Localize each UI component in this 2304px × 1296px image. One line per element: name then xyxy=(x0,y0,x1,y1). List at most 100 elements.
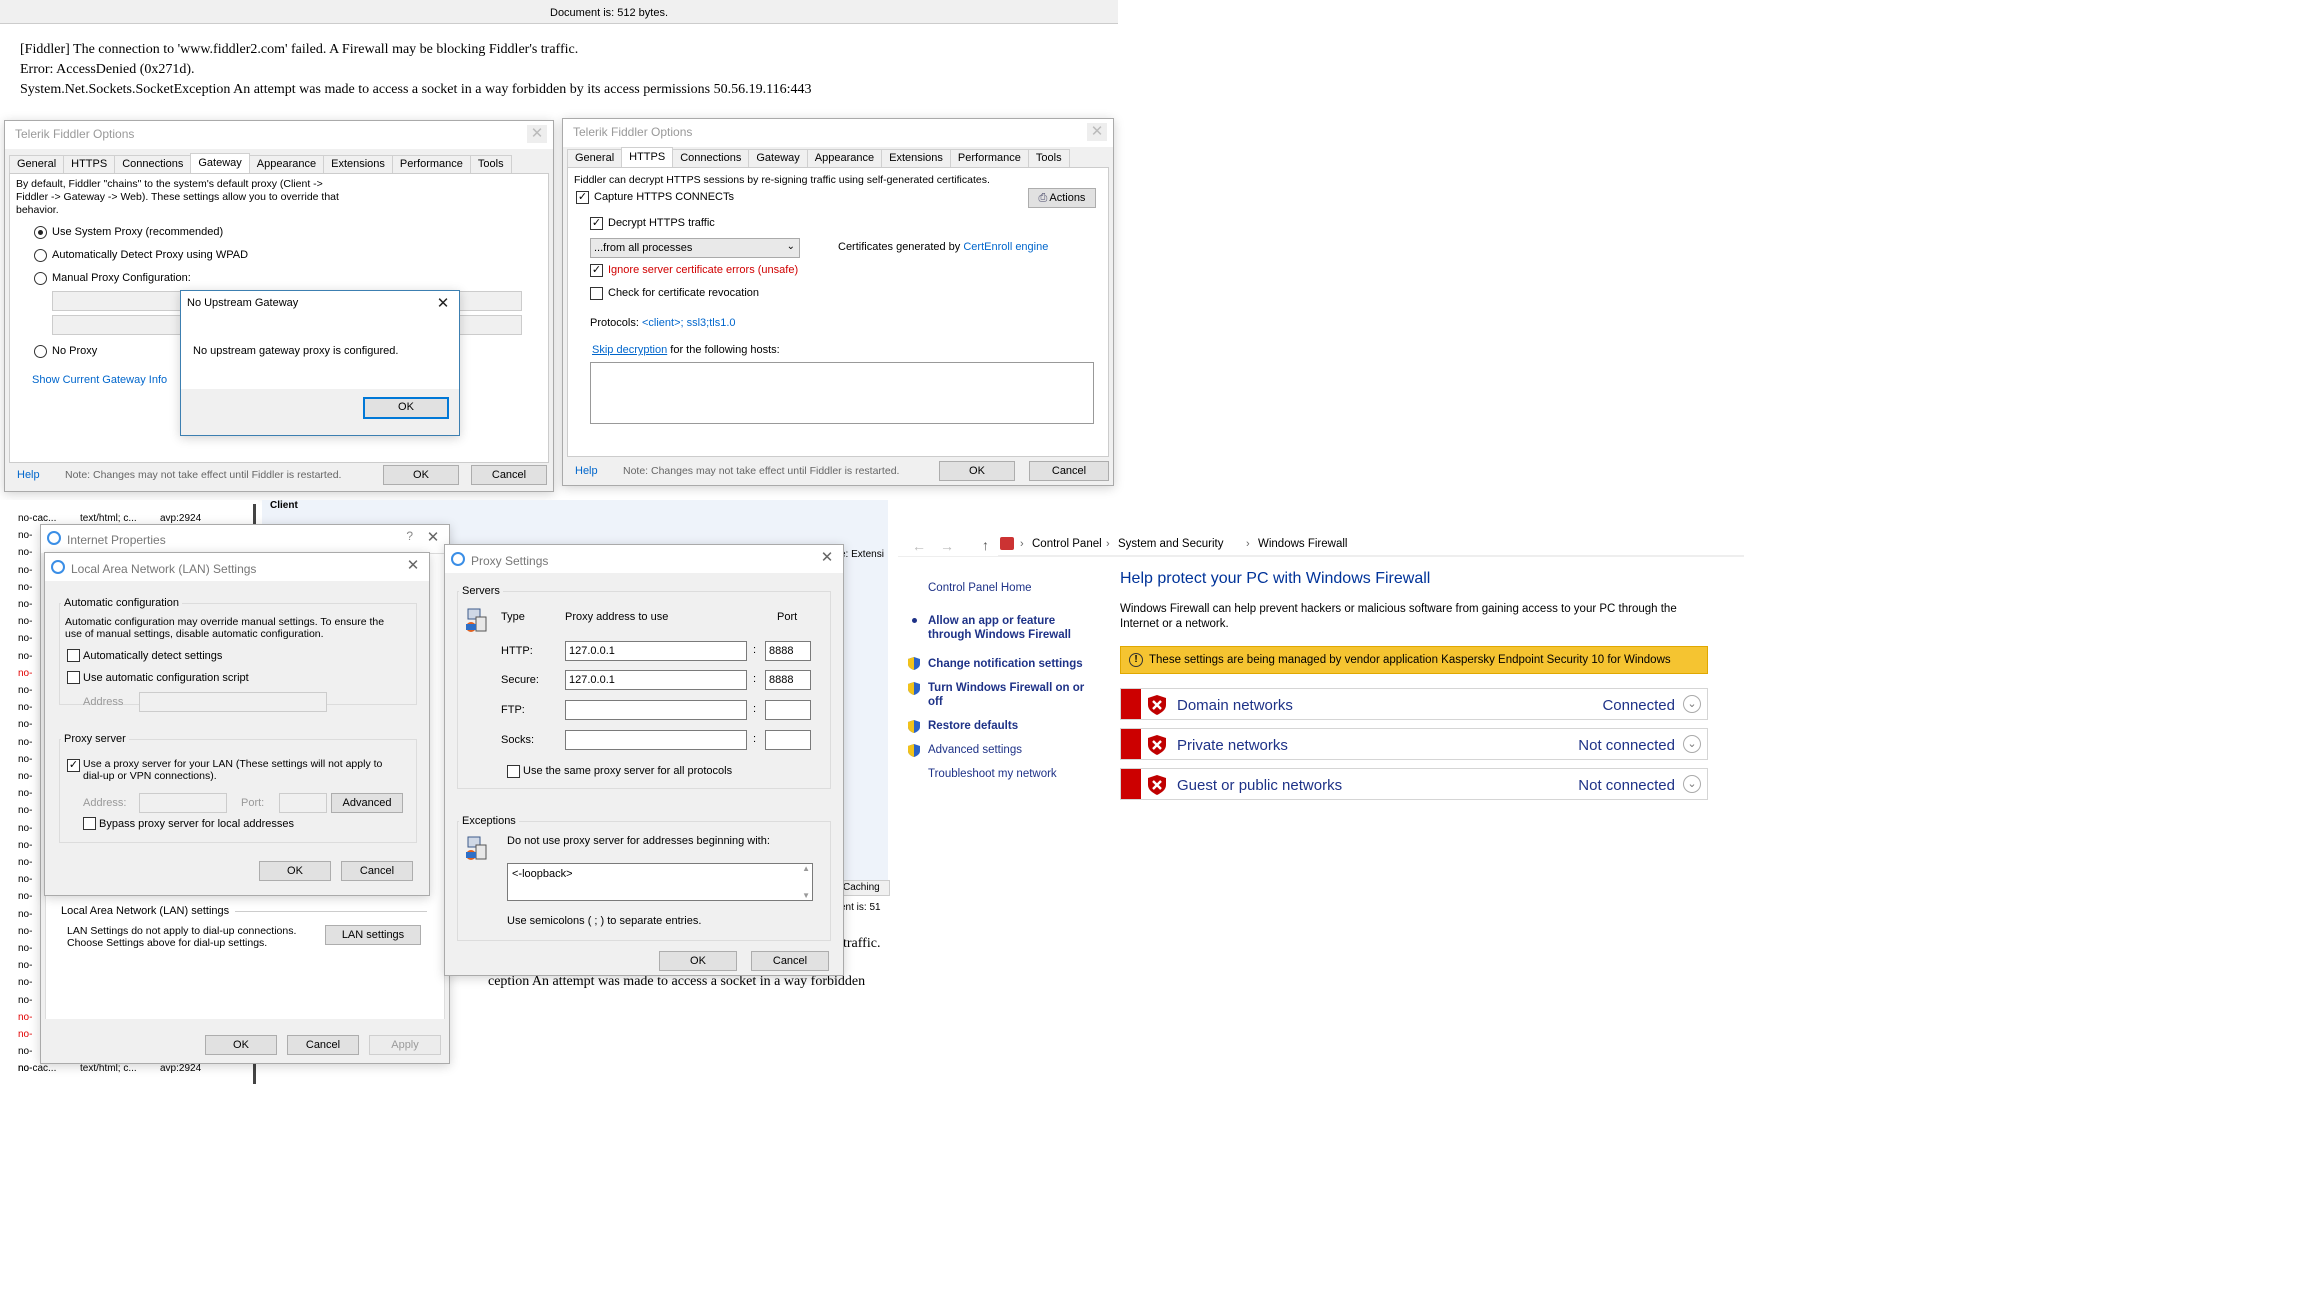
session-row[interactable]: no- xyxy=(18,788,32,799)
turn-firewall-link[interactable]: Turn Windows Firewall on or off xyxy=(928,681,1098,709)
secure-port-input[interactable]: 8888 xyxy=(765,670,811,690)
forward-arrow-icon[interactable]: → xyxy=(940,538,954,554)
network-row-domain[interactable]: Domain networks Connected ⌄ xyxy=(1120,688,1708,720)
show-gateway-info-link[interactable]: Show Current Gateway Info xyxy=(32,374,167,386)
address-bar[interactable]: › Control Panel › System and Security › … xyxy=(998,534,1744,556)
close-icon[interactable]: ✕ xyxy=(433,295,453,313)
session-row[interactable]: no- xyxy=(18,1029,32,1040)
bypass-local-checkbox[interactable] xyxy=(83,817,96,830)
close-icon[interactable]: ✕ xyxy=(527,125,547,143)
lan-settings-button[interactable]: LAN settings xyxy=(325,925,421,945)
session-row[interactable]: no- xyxy=(18,977,32,988)
ftp-address-input[interactable] xyxy=(565,700,747,720)
tab-tools[interactable]: Tools xyxy=(469,155,512,173)
change-notification-link[interactable]: Change notification settings xyxy=(928,658,1083,670)
tab-appearance[interactable]: Appearance xyxy=(806,149,883,167)
restore-defaults-link[interactable]: Restore defaults xyxy=(928,720,1018,732)
tab-connections[interactable]: Connections xyxy=(114,155,192,173)
session-row[interactable]: no- xyxy=(18,565,32,576)
auto-detect-checkbox[interactable] xyxy=(67,649,80,662)
cancel-button[interactable]: Cancel xyxy=(287,1035,359,1055)
ok-button[interactable]: OK xyxy=(383,465,459,485)
session-row[interactable]: no- xyxy=(18,926,32,937)
ok-button[interactable]: OK xyxy=(205,1035,277,1055)
help-link[interactable]: Help xyxy=(575,465,598,477)
tab-performance[interactable]: Performance xyxy=(391,155,471,173)
caching-tab[interactable]: Caching xyxy=(840,880,890,896)
session-row[interactable]: no- xyxy=(18,616,32,627)
session-row[interactable]: no- xyxy=(18,909,32,920)
session-row[interactable]: no- xyxy=(18,702,32,713)
session-row[interactable]: no- xyxy=(18,599,32,610)
radio-manual-proxy[interactable] xyxy=(34,272,47,285)
session-row[interactable]: no- xyxy=(18,840,32,851)
session-row[interactable]: no- xyxy=(18,1046,32,1057)
socks-port-input[interactable] xyxy=(765,730,811,750)
tab-appearance[interactable]: Appearance xyxy=(248,155,325,173)
tab-connections[interactable]: Connections xyxy=(672,149,750,167)
session-row[interactable]: no- xyxy=(18,582,32,593)
secure-address-input[interactable]: 127.0.0.1 xyxy=(565,670,747,690)
scroll-up-icon[interactable]: ▲ xyxy=(802,864,810,873)
auto-script-checkbox[interactable] xyxy=(67,671,80,684)
same-proxy-checkbox[interactable] xyxy=(507,765,520,778)
session-row[interactable]: no- xyxy=(18,891,32,902)
breadcrumb-control-panel[interactable]: Control Panel xyxy=(1032,538,1102,550)
session-row[interactable]: no- xyxy=(18,754,32,765)
control-panel-home-link[interactable]: Control Panel Home xyxy=(928,582,1032,594)
session-row[interactable]: no- xyxy=(18,960,32,971)
help-link[interactable]: Help xyxy=(17,469,40,481)
network-row-public[interactable]: Guest or public networks Not connected ⌄ xyxy=(1120,768,1708,800)
radio-wpad[interactable] xyxy=(34,249,47,262)
session-row[interactable]: no- xyxy=(18,685,32,696)
session-row[interactable]: no- xyxy=(18,857,32,868)
http-address-input[interactable]: 127.0.0.1 xyxy=(565,641,747,661)
actions-button[interactable]: ⎙ Actions xyxy=(1028,188,1096,208)
capture-connects-checkbox[interactable]: ✓ xyxy=(576,191,589,204)
cancel-button[interactable]: Cancel xyxy=(1029,461,1109,481)
session-row[interactable]: no- xyxy=(18,737,32,748)
exceptions-textarea[interactable]: <-loopback> ▲ ▼ xyxy=(507,863,813,901)
cancel-button[interactable]: Cancel xyxy=(341,861,413,881)
tab-gateway[interactable]: Gateway xyxy=(190,153,250,173)
decrypt-https-checkbox[interactable]: ✓ xyxy=(590,217,603,230)
protocols-link[interactable]: <client>; ssl3;tls1.0 xyxy=(642,317,736,329)
revocation-checkbox[interactable] xyxy=(590,287,603,300)
cancel-button[interactable]: Cancel xyxy=(751,951,829,971)
up-arrow-icon[interactable]: ↑ xyxy=(982,537,989,553)
use-proxy-checkbox[interactable]: ✓ xyxy=(67,759,80,772)
chevron-down-icon[interactable]: ⌄ xyxy=(1683,735,1701,753)
session-row[interactable]: no- xyxy=(18,651,32,662)
session-row[interactable]: no- xyxy=(18,633,32,644)
session-row[interactable]: no- xyxy=(18,668,32,679)
radio-system-proxy[interactable] xyxy=(34,226,47,239)
tab-general[interactable]: General xyxy=(567,149,623,167)
session-row[interactable]: no- xyxy=(18,530,32,541)
radio-no-proxy[interactable] xyxy=(34,345,47,358)
network-row-private[interactable]: Private networks Not connected ⌄ xyxy=(1120,728,1708,760)
session-row[interactable]: no-cac... text/html; c... avp:2924 xyxy=(18,513,258,524)
session-row[interactable]: no- xyxy=(18,995,32,1006)
breadcrumb-windows-firewall[interactable]: Windows Firewall xyxy=(1258,538,1347,550)
close-icon[interactable]: ✕ xyxy=(423,529,443,547)
close-icon[interactable]: ✕ xyxy=(403,557,423,575)
troubleshoot-link[interactable]: Troubleshoot my network xyxy=(928,768,1057,780)
close-icon[interactable]: ✕ xyxy=(1087,123,1107,141)
cancel-button[interactable]: Cancel xyxy=(471,465,547,485)
tab-tools[interactable]: Tools xyxy=(1027,149,1070,167)
http-port-input[interactable]: 8888 xyxy=(765,641,811,661)
advanced-button[interactable]: Advanced xyxy=(331,793,403,813)
breadcrumb-system-security[interactable]: System and Security xyxy=(1118,538,1223,550)
ok-button[interactable]: OK xyxy=(939,461,1015,481)
ftp-port-input[interactable] xyxy=(765,700,811,720)
skip-hosts-textarea[interactable] xyxy=(590,362,1094,424)
tab-https[interactable]: HTTPS xyxy=(63,155,116,173)
certenroll-link[interactable]: CertEnroll engine xyxy=(963,241,1048,253)
tab-extensions[interactable]: Extensions xyxy=(323,155,393,173)
skip-decryption-link[interactable]: Skip decryption xyxy=(592,344,667,356)
scroll-down-icon[interactable]: ▼ xyxy=(802,891,810,900)
close-icon[interactable]: ✕ xyxy=(817,549,837,567)
ok-button[interactable]: OK xyxy=(259,861,331,881)
advanced-settings-link[interactable]: Advanced settings xyxy=(928,744,1022,756)
ignore-errors-checkbox[interactable]: ✓ xyxy=(590,264,603,277)
